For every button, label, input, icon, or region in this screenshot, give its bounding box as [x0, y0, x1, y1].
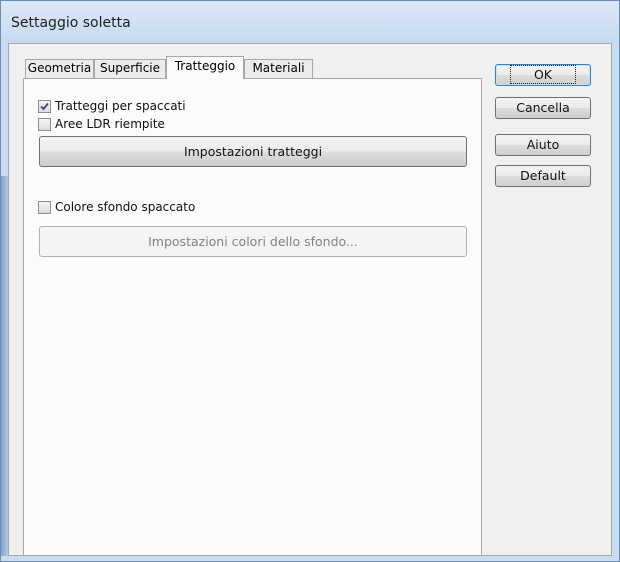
- tab-geometria[interactable]: Geometria: [25, 59, 94, 78]
- ok-button-label: OK: [509, 65, 577, 84]
- checkbox-label: Tratteggi per spaccati: [55, 99, 186, 113]
- checkbox-row-colore-sfondo[interactable]: Colore sfondo spaccato: [38, 199, 195, 215]
- dialog-client-area: Geometria Superficie Tratteggio Material…: [8, 43, 612, 556]
- tab-materiali[interactable]: Materiali: [244, 59, 313, 78]
- window-frame-accent: [1, 176, 8, 556]
- checkbox-tratteggi-per-spaccati[interactable]: [38, 99, 51, 113]
- tab-superficie[interactable]: Superficie: [94, 59, 166, 78]
- help-button[interactable]: Aiuto: [495, 134, 591, 156]
- checkmark-icon: [40, 102, 49, 110]
- checkbox-row-aree-ldr[interactable]: Aree LDR riempite: [38, 116, 165, 132]
- checkbox-label: Aree LDR riempite: [55, 117, 165, 131]
- ok-button[interactable]: OK: [495, 64, 591, 86]
- checkbox-row-tratteggi[interactable]: Tratteggi per spaccati: [38, 98, 186, 114]
- tab-panel-tratteggio: Tratteggi per spaccati Aree LDR riempite…: [23, 78, 482, 556]
- checkbox-aree-ldr-riempite[interactable]: [38, 117, 51, 131]
- background-colors-button: Impostazioni colori dello sfondo...: [39, 226, 467, 257]
- window-title: Settaggio soletta: [11, 15, 131, 31]
- dialog-window: Settaggio soletta Geometria Superficie T…: [0, 0, 620, 562]
- default-button[interactable]: Default: [495, 165, 591, 187]
- checkbox-label: Colore sfondo spaccato: [55, 200, 196, 214]
- hatch-settings-button[interactable]: Impostazioni tratteggi: [39, 136, 467, 167]
- tab-tratteggio[interactable]: Tratteggio: [166, 56, 244, 79]
- title-bar[interactable]: Settaggio soletta: [1, 1, 619, 43]
- cancel-button[interactable]: Cancella: [495, 97, 591, 119]
- checkbox-colore-sfondo-spaccato[interactable]: [38, 200, 51, 214]
